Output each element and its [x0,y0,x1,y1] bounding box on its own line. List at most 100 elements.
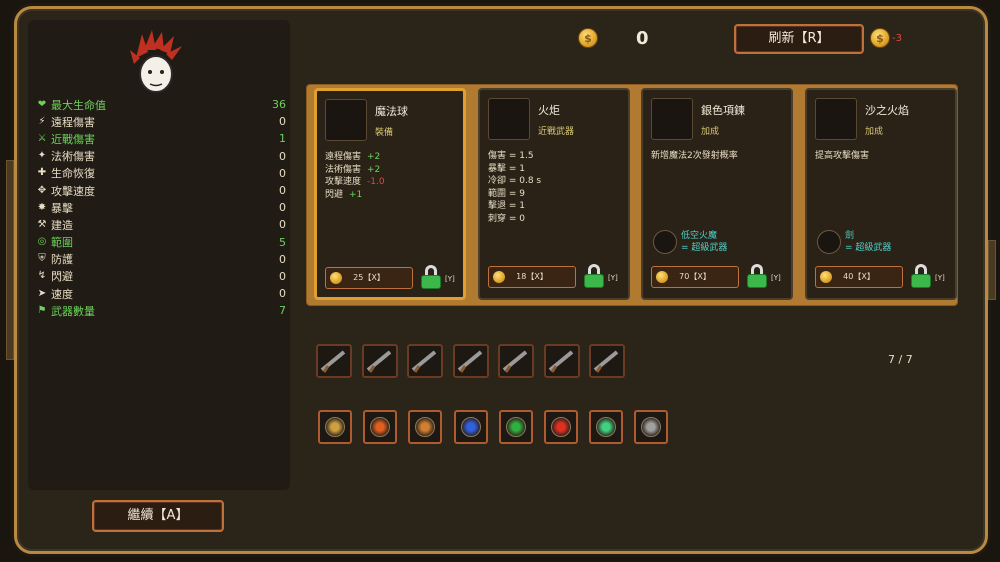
price-label: 25【X】 [353,273,385,282]
shop-card[interactable]: 沙之火焰 加成 提高攻擊傷害 劍 = 超級武器 40【X】 [Y] [805,88,957,300]
fire-orb-icon[interactable] [363,410,398,444]
crit-icon: ✸ [37,201,47,213]
dodge-icon: ↯ [37,270,47,282]
stat-value: 7 [279,304,286,318]
character-avatar [130,30,182,93]
fire-crystal-icon [653,230,677,254]
torch-icon [488,98,530,140]
card-line: 範圍 = 9 [488,188,541,201]
rifle-icon[interactable] [589,344,625,378]
stat-label: 閃避 [51,270,73,284]
card-line-text: 新增魔法2次發射概率 [651,151,738,161]
coin-icon [493,271,505,283]
armor-icon: ⛨ [38,253,46,265]
card-name: 火炬 [538,104,560,117]
shop-card[interactable]: 魔法球 裝備 遠程傷害 +2 法術傷害 +2 攻擊速度 -1.0 閃避 +1 25【X】 [Y… [314,88,466,300]
card-line: 攻擊速度 -1.0 [325,176,385,189]
lock-key-hint: [Y] [608,274,618,282]
card-line-text: 閃避 [325,189,344,200]
buy-button[interactable]: 25【X】 [325,267,413,289]
lock-icon[interactable] [747,264,767,288]
rifle-icon[interactable] [452,344,489,378]
card-line: 法術傷害 +2 [325,164,385,177]
stat-row: ⚒ 建造 0 [36,216,290,233]
rifle-icon[interactable] [498,344,534,378]
card-line-text: 提高攻擊傷害 [815,151,870,161]
gold-amount: 0 [636,28,649,49]
red-flame-icon[interactable] [544,410,578,444]
synergy-result: = 超級武器 [845,243,892,253]
green-lizard-icon[interactable] [498,410,533,444]
card-type: 近戰武器 [538,127,575,137]
synergy: 低空火魔 = 超級武器 [653,230,783,258]
rifle-icon[interactable] [543,344,580,378]
continue-button[interactable]: 繼續【A】 [92,500,224,532]
card-line-text: 傷害 = 1.5 [488,151,534,161]
torch-icon[interactable] [361,344,398,378]
sword-synergy-icon [817,230,841,254]
stat-label: 最大生命值 [51,98,106,112]
stat-value: 0 [279,269,286,283]
lock-key-hint: [Y] [935,274,945,282]
stat-value: 0 [279,201,286,215]
card-line: 冷卻 = 0.8 s [488,175,541,188]
synergy-result: = 超級武器 [681,243,728,253]
synergy-name: 低空火魔 [681,231,718,241]
card-stats: 傷害 = 1.5 暴擊 = 1 冷卻 = 0.8 s 範圍 = 9 擊退 = 1 刺穿 =… [488,150,541,225]
stat-row: ❤ 最大生命值 36 [36,96,290,113]
stat-row: ↯ 閃避 0 [36,268,290,285]
card-type: 裝備 [375,128,394,138]
shop-card[interactable]: 火炬 近戰武器 傷害 = 1.5 暴擊 = 1 冷卻 = 0.8 s 範圍 = 9 擊退… [478,88,630,300]
buy-button[interactable]: 70【X】 [651,266,739,288]
magic-icon: ✦ [37,150,47,162]
card-line: 暴擊 = 1 [488,163,541,176]
buy-button[interactable]: 18【X】 [488,266,576,288]
weapon-count-icon: ⚑ [37,304,47,316]
gold-coin-icon: $ [578,28,598,48]
stat-label: 防護 [51,253,73,267]
orb-ring-icon[interactable] [634,410,669,444]
shop-card[interactable]: 銀色項鍊 加成 新增魔法2次發射概率 低空火魔 = 超級武器 70【X】 [Y] [641,88,793,300]
bell-icon[interactable] [408,410,443,444]
stat-value: 36 [272,98,286,112]
green-crystal-icon[interactable] [589,410,624,444]
synergy-name: 劍 [845,231,855,241]
lock-icon[interactable] [421,265,441,289]
blue-gem-icon[interactable] [453,410,488,444]
card-line: 遠程傷害 +2 [325,151,385,164]
lock-icon[interactable] [584,264,604,288]
stat-row: ✥ 攻擊速度 0 [36,182,290,199]
lock-key-hint: [Y] [771,274,781,282]
heart-icon: ❤ [37,98,47,110]
lock-icon[interactable] [911,264,931,288]
stat-label: 暴擊 [51,201,73,215]
rifle-icon[interactable] [407,344,443,378]
card-stats: 遠程傷害 +2 法術傷害 +2 攻擊速度 -1.0 閃避 +1 [325,151,385,201]
card-line: 閃避 +1 [325,189,385,202]
stat-label: 近戰傷害 [51,132,95,146]
stat-value: 0 [279,252,286,266]
card-line-text: 法術傷害 [325,164,362,175]
refresh-button[interactable]: 刷新【R】 [734,24,864,54]
card-line-text: 遠程傷害 [325,152,362,162]
stat-value: 0 [279,115,286,129]
stat-row: ✦ 法術傷害 0 [36,148,290,165]
stat-value: 0 [279,287,286,301]
stat-modifier: +1 [349,189,363,200]
stat-value: 1 [279,132,286,146]
card-line-text: 攻擊速度 [325,177,362,187]
attack-speed-icon: ✥ [37,184,47,196]
revolver-icon[interactable] [316,344,352,378]
bolt-icon: ⚡ [38,115,46,127]
hammer-icon: ⚒ [37,218,47,230]
buy-button[interactable]: 40【X】 [815,266,903,288]
card-line: 刺穿 = 0 [488,213,541,226]
refresh-coin-icon: $ [870,28,890,48]
speed-icon: ➤ [37,287,47,299]
card-line-text: 冷卻 = 0.8 s [488,176,542,186]
wand-icon[interactable] [318,410,352,444]
card-line-text: 暴擊 = 1 [488,163,525,174]
stat-modifier: +2 [367,152,381,162]
card-stats: 提高攻擊傷害 [815,150,869,163]
weapon-count: 7 / 7 [888,353,913,366]
